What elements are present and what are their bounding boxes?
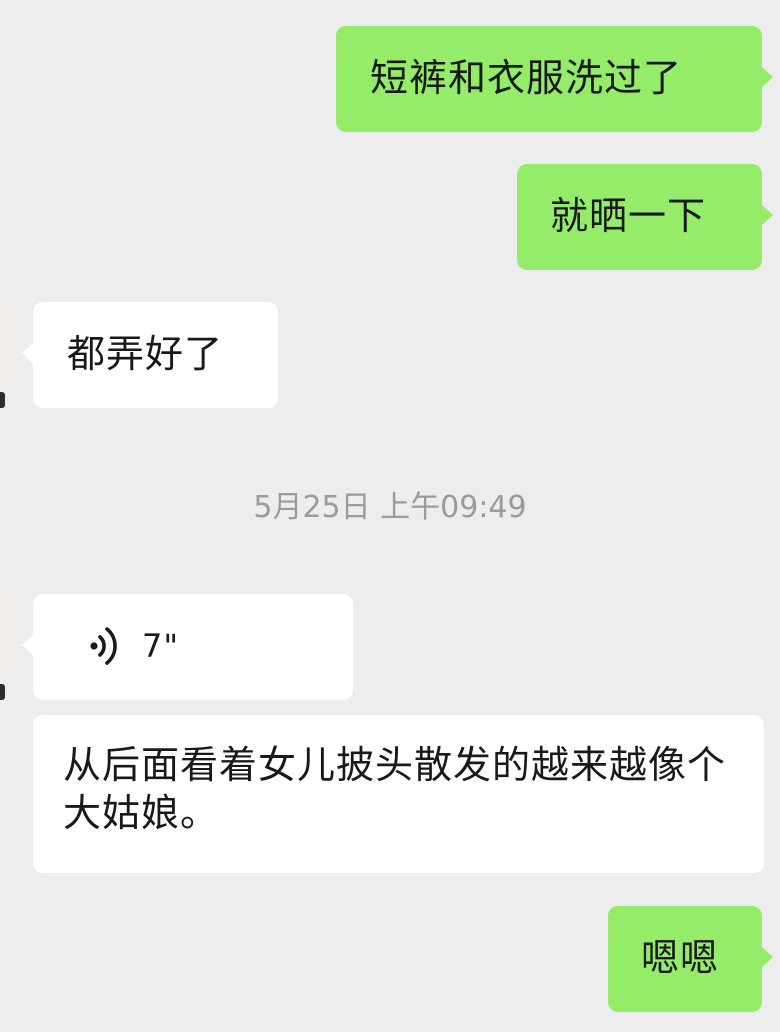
message-timestamp: 5月25日 上午09:49 bbox=[253, 490, 527, 525]
avatar-edge-mark bbox=[0, 392, 5, 408]
voice-duration: 7" bbox=[142, 627, 180, 665]
contact-avatar[interactable] bbox=[0, 592, 6, 688]
message-text: 从后面看着女儿披头散发的越来越像个大姑娘。 bbox=[63, 743, 727, 835]
incoming-message-bubble[interactable]: 从后面看着女儿披头散发的越来越像个大姑娘。 bbox=[33, 715, 764, 873]
voice-wave-icon bbox=[90, 627, 117, 665]
message-text: 嗯嗯 bbox=[641, 936, 720, 980]
message-text: 短裤和衣服洗过了 bbox=[370, 56, 683, 100]
incoming-message-bubble[interactable]: 都弄好了 bbox=[22, 302, 278, 408]
contact-avatar[interactable] bbox=[0, 300, 6, 396]
outgoing-message-bubble[interactable]: 就晒一下 bbox=[517, 164, 773, 270]
message-text: 都弄好了 bbox=[67, 332, 224, 376]
avatar-edge-mark bbox=[0, 684, 5, 700]
voice-message-bubble[interactable]: 7" bbox=[22, 594, 353, 700]
outgoing-message-bubble[interactable]: 嗯嗯 bbox=[608, 906, 773, 1012]
outgoing-message-bubble[interactable]: 短裤和衣服洗过了 bbox=[336, 26, 773, 132]
message-text: 就晒一下 bbox=[550, 194, 707, 238]
